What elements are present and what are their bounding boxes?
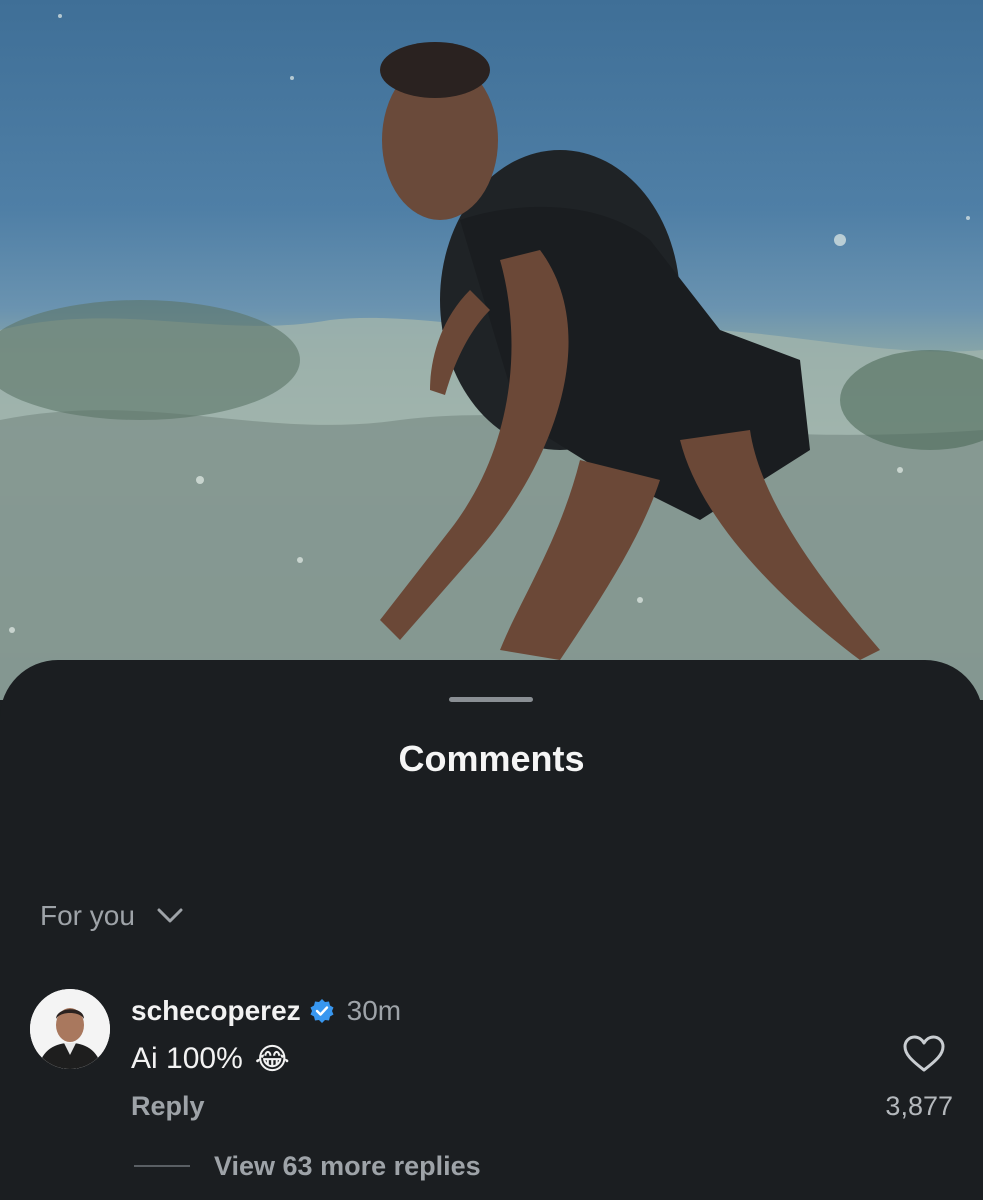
avatar-image xyxy=(30,989,110,1069)
like-control: 3,877 xyxy=(853,1035,953,1122)
surfer-photo xyxy=(0,14,983,700)
sheet-grabber[interactable] xyxy=(449,697,533,702)
avatar[interactable] xyxy=(30,989,110,1069)
verified-badge-icon xyxy=(310,999,334,1023)
replies-divider xyxy=(134,1165,190,1167)
chevron-down-icon xyxy=(157,908,183,923)
like-count: 3,877 xyxy=(885,1091,953,1121)
comment-item: schecoperez 30m Ai 100% 😂 Reply 3,877 Vi… xyxy=(0,985,983,1200)
post-media[interactable] xyxy=(0,0,983,700)
laughing-emoji-icon: 😂 xyxy=(254,1042,290,1076)
filter-label: For you xyxy=(40,900,135,931)
comment-text: Ai 100% xyxy=(131,1042,243,1075)
comment-body: Ai 100% 😂 xyxy=(131,1037,290,1081)
comment-header: schecoperez 30m xyxy=(131,991,401,1031)
heart-icon[interactable] xyxy=(903,1035,945,1073)
view-replies-button[interactable]: View 63 more replies xyxy=(134,1146,481,1186)
comment-filter-dropdown[interactable]: For you xyxy=(40,896,183,936)
comment-timestamp: 30m xyxy=(346,995,402,1026)
comment-username[interactable]: schecoperez xyxy=(131,995,301,1027)
view-replies-label: View 63 more replies xyxy=(214,1150,481,1181)
sheet-title: Comments xyxy=(398,738,585,779)
comments-sheet: Comments For you schecoperez 30m Ai 100%… xyxy=(0,660,983,1200)
reply-button[interactable]: Reply xyxy=(131,1091,205,1122)
